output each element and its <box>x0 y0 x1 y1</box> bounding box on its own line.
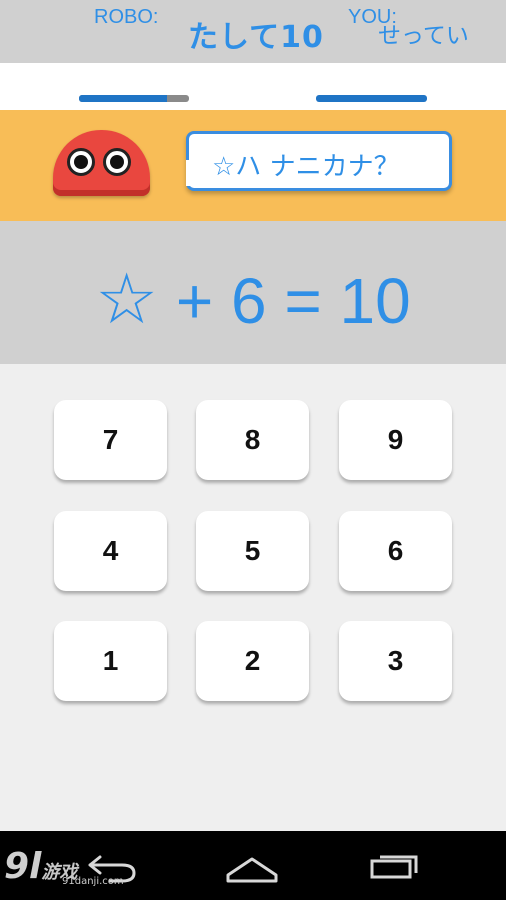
bubble-tail-cover <box>186 160 192 186</box>
home-button[interactable] <box>202 831 302 900</box>
watermark-brand-number: 9l <box>4 846 42 887</box>
recents-button[interactable] <box>352 831 452 900</box>
robo-progress-bar <box>79 95 189 102</box>
key-8[interactable]: 8 <box>196 400 309 480</box>
score-bar <box>0 63 506 110</box>
key-6[interactable]: 6 <box>339 511 452 591</box>
equation: ☆ + 6 = 10 <box>0 258 506 340</box>
addend-value: 6 <box>230 265 267 337</box>
robot-right-eye <box>103 148 131 176</box>
key-4[interactable]: 4 <box>54 511 167 591</box>
key-1[interactable]: 1 <box>54 621 167 701</box>
app-title: たして10 <box>188 20 324 55</box>
home-icon <box>226 857 278 883</box>
key-3[interactable]: 3 <box>339 621 452 701</box>
total-value: 10 <box>339 265 411 337</box>
robo-progress-fill <box>79 95 167 102</box>
key-5[interactable]: 5 <box>196 511 309 591</box>
equals-sign: = <box>284 265 322 337</box>
unknown-star-symbol: ☆ <box>95 260 159 338</box>
plus-operator: + <box>175 265 214 337</box>
you-progress-fill <box>316 95 427 102</box>
watermark-logo: 9l游戏 91danji.com <box>4 846 124 887</box>
robot-left-eye <box>67 148 95 176</box>
number-keypad: 7 8 9 4 5 6 1 2 3 <box>0 364 506 831</box>
you-progress-bar <box>316 95 427 102</box>
recents-icon <box>370 855 418 879</box>
robo-score-label: ROBO: <box>94 6 159 28</box>
key-9[interactable]: 9 <box>339 400 452 480</box>
you-score-label: YOU: <box>348 6 397 28</box>
key-2[interactable]: 2 <box>196 621 309 701</box>
watermark-url: 91danji.com <box>62 876 124 887</box>
key-7[interactable]: 7 <box>54 400 167 480</box>
speech-bubble-text: ☆ハ ナニカナ？ <box>212 152 400 182</box>
